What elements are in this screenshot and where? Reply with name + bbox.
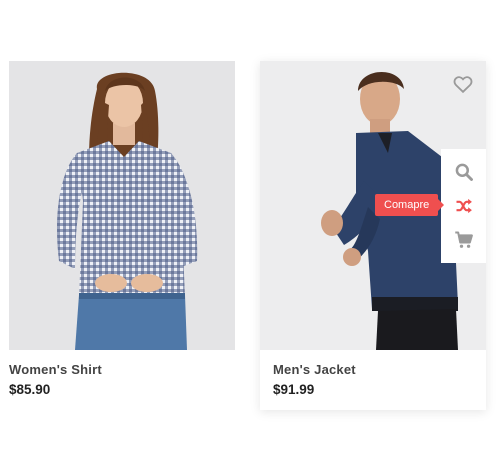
product-name[interactable]: Women's Shirt <box>9 362 235 378</box>
add-to-cart-button[interactable] <box>441 223 486 257</box>
product-info: Men's Jacket $91.99 <box>260 350 486 398</box>
product-image-womens-shirt[interactable] <box>9 61 235 350</box>
product-action-bar <box>441 149 486 263</box>
search-icon <box>455 163 473 181</box>
woman-plaid-shirt-photo <box>57 72 198 350</box>
product-price: $91.99 <box>273 382 315 397</box>
cart-icon <box>454 231 473 248</box>
heart-outline-icon <box>453 76 473 94</box>
product-name[interactable]: Men's Jacket <box>273 362 486 378</box>
product-card[interactable]: Comapre Men's Jacket $91.99 <box>260 61 486 410</box>
shuffle-icon <box>456 198 472 214</box>
quick-view-button[interactable] <box>441 155 486 189</box>
product-grid: Women's Shirt $85.90 Comapre Men's Jacke… <box>0 0 500 472</box>
compare-tooltip: Comapre <box>375 194 445 216</box>
product-card[interactable]: Women's Shirt $85.90 <box>9 61 235 398</box>
wishlist-button[interactable] <box>452 73 474 95</box>
product-image-mens-jacket[interactable]: Comapre <box>260 61 486 350</box>
product-info: Women's Shirt $85.90 <box>9 350 235 398</box>
compare-button[interactable] <box>441 189 486 223</box>
product-price: $85.90 <box>9 382 51 397</box>
